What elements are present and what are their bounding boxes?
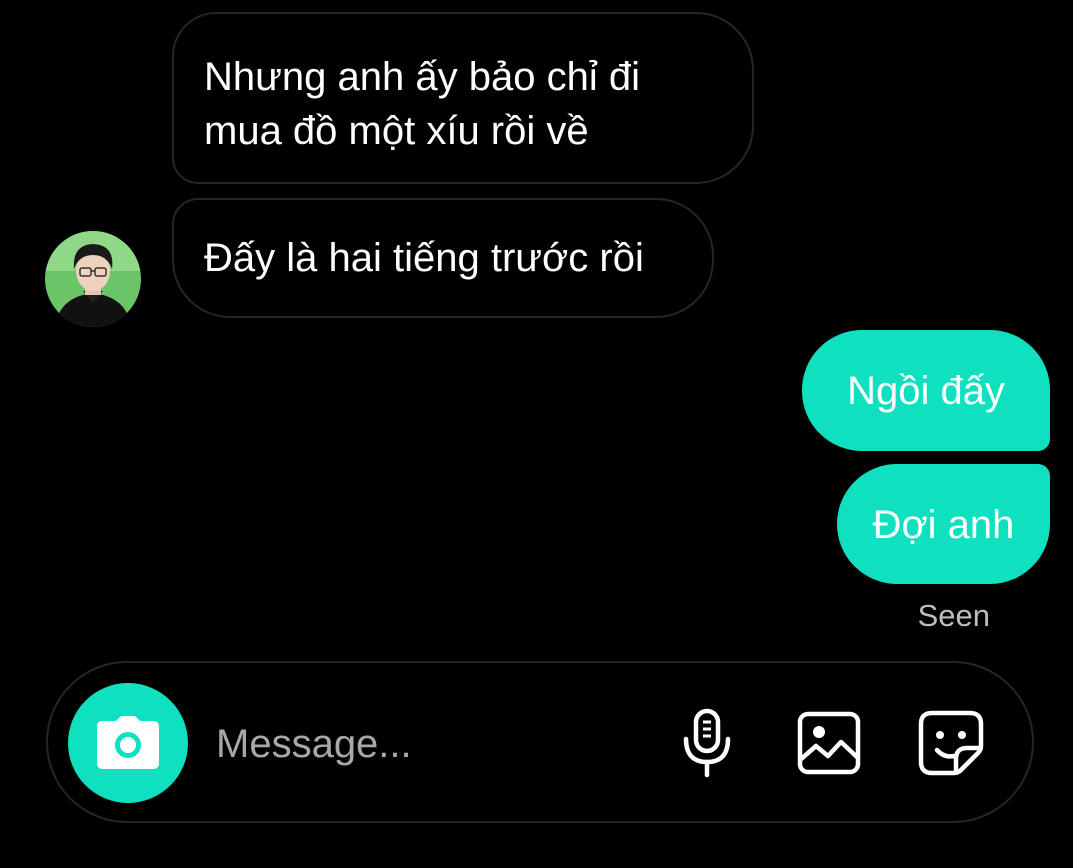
message-bubble-outgoing[interactable]: Đợi anh — [837, 464, 1050, 584]
camera-button[interactable] — [68, 683, 188, 803]
sticker-icon — [918, 710, 984, 776]
message-text: Đấy là hai tiếng trước rồi — [204, 236, 644, 280]
avatar-icon — [45, 231, 141, 327]
gallery-icon — [797, 711, 861, 775]
message-bubble-incoming[interactable]: Nhưng anh ấy bảo chỉ đi mua đồ một xíu r… — [172, 12, 754, 184]
message-text-line: Nhưng anh ấy bảo chỉ đi — [204, 55, 640, 99]
message-text: Ngồi đấy — [847, 369, 1005, 413]
message-text-line: mua đồ một xíu rồi về — [204, 109, 589, 153]
message-composer — [46, 661, 1034, 823]
microphone-icon — [683, 708, 731, 778]
message-bubble-incoming[interactable]: Đấy là hai tiếng trước rồi — [172, 198, 714, 318]
sticker-button[interactable] — [917, 709, 985, 777]
gallery-button[interactable] — [795, 709, 863, 777]
camera-icon — [97, 716, 159, 769]
seen-status: Seen — [917, 598, 990, 633]
message-input[interactable] — [216, 715, 636, 773]
microphone-button[interactable] — [673, 708, 741, 778]
avatar[interactable] — [45, 231, 141, 327]
message-text: Đợi anh — [872, 503, 1015, 547]
message-bubble-outgoing[interactable]: Ngồi đấy — [802, 330, 1050, 451]
